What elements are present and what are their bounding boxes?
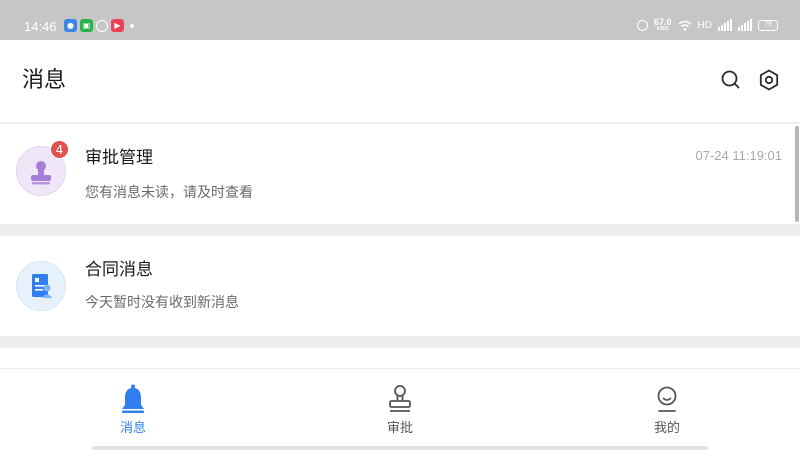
- network-speed-value: 67.0: [654, 17, 672, 27]
- tab-approval[interactable]: 审批: [340, 369, 460, 450]
- tab-label: 审批: [386, 421, 413, 436]
- status-bar: 14:46 ● ▣ ▶ 67.0 KB/S HD 79: [0, 0, 800, 40]
- contract-icon: [32, 274, 53, 298]
- hd-label: HD: [697, 19, 712, 31]
- bell-icon: [122, 384, 144, 413]
- signal-icon: [718, 19, 732, 31]
- message-subtitle: 您有消息未读，请及时查看: [85, 185, 253, 201]
- message-title: 审批管理: [85, 148, 153, 168]
- notification-icons: ● ▣ ▶: [64, 19, 134, 32]
- alarm-icon: [637, 19, 649, 31]
- app-notification-icon: ●: [64, 19, 77, 32]
- stamp-icon: [389, 385, 411, 412]
- gear-icon: [759, 69, 779, 91]
- message-time: 07-24 11:19:01: [695, 148, 783, 163]
- page-title: 消息: [22, 68, 67, 93]
- search-icon: [721, 70, 740, 89]
- app-notification-icon: ▶: [111, 19, 124, 32]
- network-speed-unit: KB/S: [656, 26, 669, 32]
- message-title: 合同消息: [85, 260, 153, 280]
- settings-button[interactable]: [757, 68, 781, 92]
- tab-label: 我的: [653, 421, 680, 436]
- battery-icon: 79: [758, 19, 778, 31]
- more-notifications-icon: [130, 23, 134, 28]
- app-header: 消息: [0, 40, 800, 122]
- user-icon: [657, 386, 677, 412]
- search-button[interactable]: [719, 68, 743, 92]
- message-subtitle: 今天暂时没有收到新消息: [85, 295, 239, 311]
- message-item-partial[interactable]: [0, 348, 800, 368]
- signal-icon: [738, 19, 752, 31]
- unread-badge: 4: [50, 140, 69, 159]
- chat-notification-icon: [96, 19, 108, 32]
- network-speed: 67.0 KB/S: [654, 17, 672, 33]
- home-indicator[interactable]: [92, 446, 708, 450]
- tab-mine[interactable]: 我的: [607, 369, 727, 450]
- status-time: 14:46: [24, 19, 57, 34]
- contract-avatar: [16, 261, 66, 311]
- tab-messages[interactable]: 消息: [73, 369, 193, 450]
- status-indicators: 67.0 KB/S HD 79: [637, 18, 778, 32]
- wifi-icon: [678, 20, 692, 31]
- tab-label: 消息: [119, 421, 146, 436]
- message-item-contract[interactable]: 合同消息 今天暂时没有收到新消息: [0, 236, 800, 336]
- bottom-nav: 消息 审批 我的: [0, 368, 800, 450]
- message-item-approval[interactable]: 4 审批管理 您有消息未读，请及时查看 07-24 11:19:01: [0, 124, 800, 224]
- app-notification-icon: ▣: [80, 19, 93, 32]
- scrollbar[interactable]: [795, 126, 799, 222]
